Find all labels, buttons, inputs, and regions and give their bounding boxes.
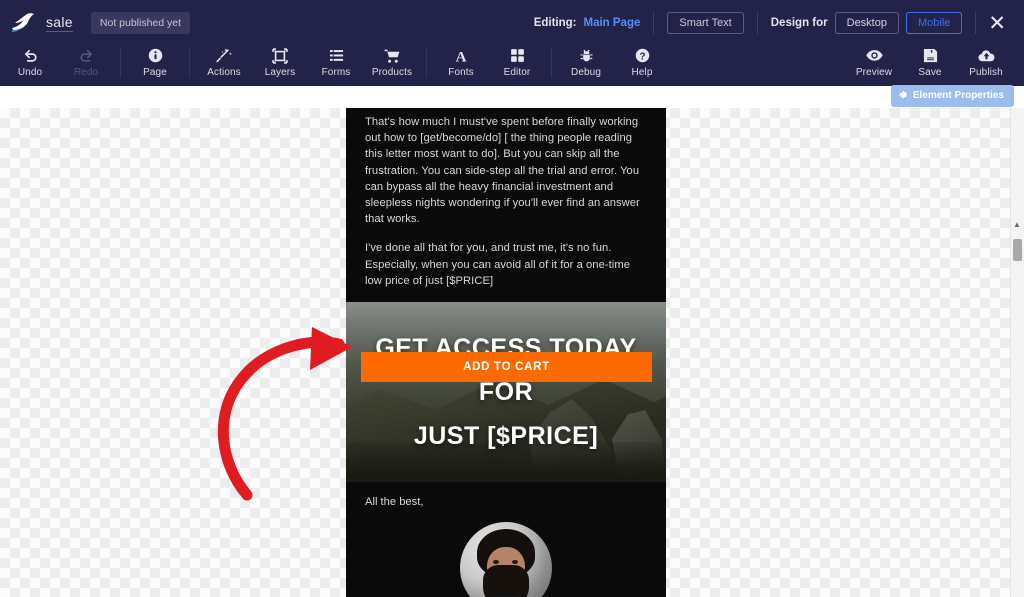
eye-icon — [865, 47, 883, 64]
device-toggle-desktop[interactable]: Desktop — [834, 12, 899, 34]
header-right-controls: Editing: Main Page Smart Text Design for… — [521, 0, 1024, 46]
toolbar-label: Help — [631, 67, 653, 78]
element-properties-label: Element Properties — [912, 90, 1004, 101]
hero-image-section[interactable]: GET ACCESS TODAY FOR JUST [$PRICE] — [346, 302, 666, 483]
scrollbar-thumb[interactable] — [1013, 239, 1022, 261]
swallow-bird-logo-icon[interactable] — [10, 11, 36, 35]
toolbar-item-products[interactable]: Products — [364, 46, 420, 78]
cloud-upload-icon — [977, 47, 995, 64]
divider — [426, 48, 427, 78]
layers-icon — [272, 47, 288, 64]
canvas-scrollbar[interactable]: ▲ — [1010, 108, 1024, 597]
scroll-up-icon[interactable]: ▲ — [1012, 220, 1022, 230]
sub-bar — [0, 86, 1024, 108]
svg-text:?: ? — [639, 52, 645, 63]
avatar-beard — [483, 565, 529, 597]
close-icon[interactable]: ✕ — [976, 13, 1012, 34]
gear-icon — [898, 91, 908, 100]
app-root: sale Not published yet Editing: Main Pag… — [0, 0, 1024, 597]
toolbar-item-debug[interactable]: Debug — [558, 46, 614, 78]
grid-squares-icon — [510, 47, 525, 64]
toolbar-label: Redo — [73, 67, 99, 78]
editing-label: Editing: — [533, 17, 577, 29]
toolbar-item-preview[interactable]: Preview — [846, 46, 902, 78]
avatar-container — [365, 508, 647, 597]
hero-headline[interactable]: GET ACCESS TODAY FOR JUST [$PRICE] — [346, 302, 666, 482]
toolbar-item-forms[interactable]: Forms — [308, 46, 364, 78]
red-curved-arrow-annotation — [200, 323, 380, 508]
toolbar-item-fonts[interactable]: A Fonts — [433, 46, 489, 78]
undo-icon — [23, 47, 38, 64]
toolbar-label: Save — [918, 67, 942, 78]
toolbar-label: Fonts — [448, 67, 474, 78]
copy-text-block[interactable]: That's how much I must've spent before f… — [346, 108, 666, 289]
main-toolbar: Undo Redo Page Actions Layers Forms Prod… — [0, 46, 1024, 86]
toolbar-item-page[interactable]: Page — [127, 46, 183, 78]
toolbar-item-redo[interactable]: Redo — [58, 46, 114, 78]
toolbar-item-actions[interactable]: Actions — [196, 46, 252, 78]
editing-page-link[interactable]: Main Page — [583, 17, 640, 29]
device-toggle-mobile[interactable]: Mobile — [905, 12, 963, 34]
paragraph-1: That's how much I must've spent before f… — [365, 116, 640, 226]
redo-icon — [79, 47, 94, 64]
avatar-eye-right — [511, 559, 518, 564]
toolbar-item-save[interactable]: Save — [902, 46, 958, 78]
avatar-eye-left — [493, 559, 500, 564]
smart-text-group: Smart Text — [654, 10, 756, 36]
letter-a-icon: A — [453, 47, 469, 64]
toolbar-right-group: Preview Save Publish — [846, 46, 1024, 78]
floppy-disk-icon — [923, 47, 938, 64]
shopping-cart-icon — [384, 47, 400, 64]
hero-headline-line-2: JUST [$PRICE] — [413, 422, 599, 451]
design-for-group: Design for Desktop Mobile — [758, 10, 976, 36]
toolbar-label: Undo — [17, 67, 43, 78]
toolbar-item-undo[interactable]: Undo — [2, 46, 58, 78]
info-circle-icon — [148, 47, 163, 64]
toolbar-label: Preview — [855, 67, 893, 78]
element-properties-button[interactable]: Element Properties — [890, 85, 1014, 107]
toolbar-item-layers[interactable]: Layers — [252, 46, 308, 78]
signoff-block[interactable]: All the best, — [346, 482, 666, 597]
paragraph-2: I've done all that for you, and trust me… — [365, 242, 630, 287]
toolbar-label: Debug — [571, 67, 601, 78]
divider — [551, 48, 552, 78]
toolbar-label: Page — [143, 67, 167, 78]
divider — [189, 48, 190, 78]
toolbar-label: Publish — [969, 67, 1003, 78]
top-header-bar: sale Not published yet Editing: Main Pag… — [0, 0, 1024, 46]
smart-text-button[interactable]: Smart Text — [667, 12, 744, 34]
brand-area[interactable]: sale Not published yet — [0, 11, 191, 35]
toolbar-label: Layers — [264, 67, 296, 78]
bug-icon — [579, 47, 594, 64]
magic-wand-icon — [216, 47, 232, 64]
toolbar-label: Products — [371, 67, 413, 78]
avatar[interactable] — [460, 522, 552, 597]
toolbar-label: Actions — [207, 67, 241, 78]
divider — [120, 48, 121, 78]
add-to-cart-button[interactable]: ADD TO CART — [361, 352, 652, 382]
toolbar-label: Editor — [503, 67, 531, 78]
toolbar-left-group: Undo Redo Page Actions Layers Forms Prod… — [0, 46, 670, 78]
toolbar-item-help[interactable]: ? Help — [614, 46, 670, 78]
add-to-cart-label: ADD TO CART — [463, 361, 550, 373]
toolbar-item-publish[interactable]: Publish — [958, 46, 1014, 78]
design-for-label: Design for — [770, 17, 828, 29]
svg-text:A: A — [456, 49, 467, 64]
editing-group: Editing: Main Page — [521, 10, 654, 36]
signoff-text: All the best, — [365, 496, 424, 509]
toolbar-label: Forms — [321, 67, 351, 78]
brand-name: sale — [46, 14, 73, 32]
list-lines-icon — [329, 47, 344, 64]
toolbar-item-editor[interactable]: Editor — [489, 46, 545, 78]
publish-status-badge: Not published yet — [90, 12, 191, 34]
question-circle-icon: ? — [635, 47, 650, 64]
